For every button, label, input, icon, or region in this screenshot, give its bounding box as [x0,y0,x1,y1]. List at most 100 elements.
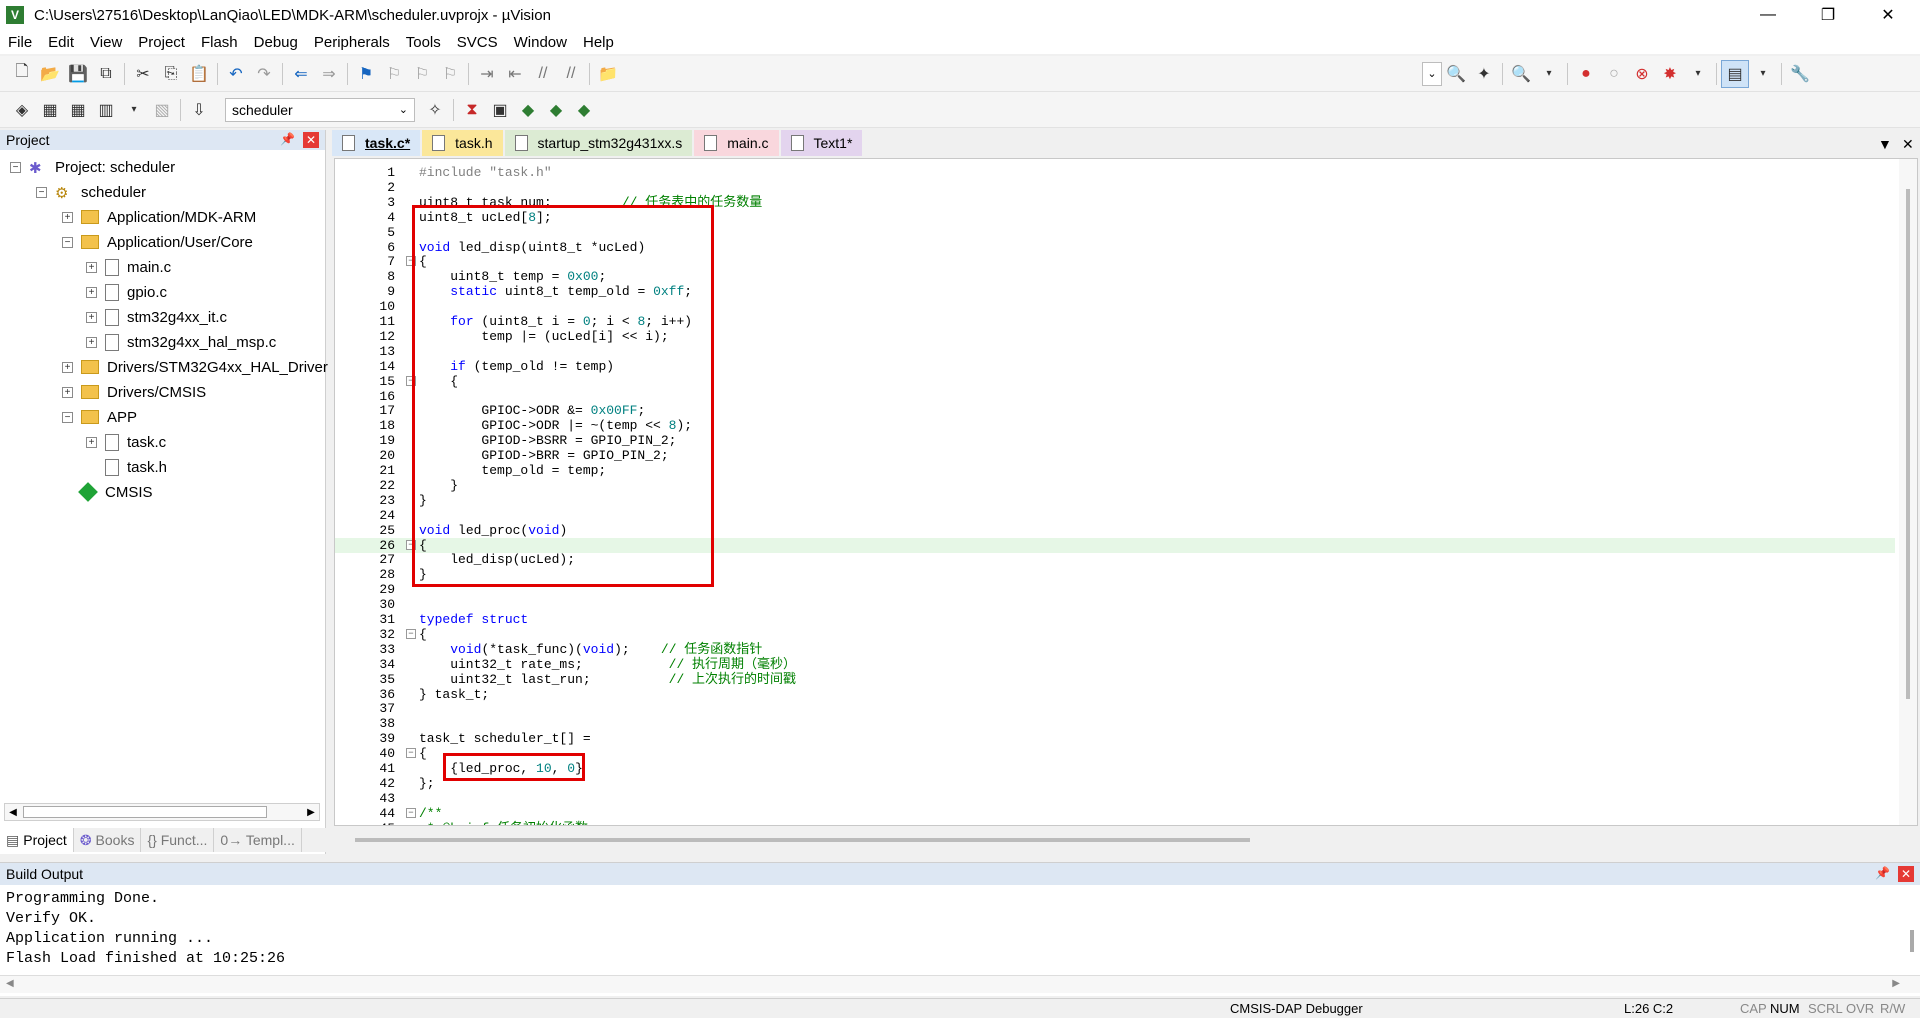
kill-breakpoints-icon[interactable]: ✸ [1656,60,1684,88]
tree-item-file[interactable]: + gpio.c [86,281,167,303]
tab-project[interactable]: ▤ Project [0,828,74,852]
tree-item-group[interactable]: − APP [62,406,137,428]
window-layout-icon[interactable]: ▤ [1721,59,1749,88]
clear-bookmarks-icon[interactable]: ⚐ [436,60,464,88]
nav-back-icon[interactable]: ⇐ [287,60,315,88]
save-all-icon[interactable]: ⧉ [92,60,120,88]
cut-icon[interactable]: ✂ [129,60,157,88]
find-in-files-icon[interactable]: 📁 [594,60,622,88]
fold-toggle-icon[interactable]: − [406,748,416,759]
menu-project[interactable]: Project [130,34,193,51]
debug-session-icon[interactable]: 🔍 [1507,60,1535,88]
close-button[interactable]: ✕ [1860,0,1916,30]
code-line[interactable]: 2 [335,180,1895,195]
pin-icon[interactable]: 📌 [1875,866,1890,880]
tab-startup[interactable]: startup_stm32g431xx.s [504,130,693,156]
new-file-icon[interactable]: 🗋 [8,60,36,88]
disable-breakpoint-icon[interactable]: ○ [1600,60,1628,88]
fold-toggle-icon[interactable]: − [406,807,416,818]
debug-dropdown-icon[interactable]: ▾ [1535,60,1563,88]
scroll-left-icon[interactable]: ◀ [5,804,21,820]
redo-icon[interactable]: ↷ [250,60,278,88]
tab-task-h[interactable]: task.h [422,130,503,156]
build-output-scrollbar[interactable]: ◀ ▶ [0,975,1920,993]
menu-svcs[interactable]: SVCS [449,34,506,51]
run-time-environment-icon[interactable]: ◆ [570,96,598,124]
tree-item-file[interactable]: + stm32g4xx_hal_msp.c [86,331,276,353]
code-line[interactable]: 45 * @brief 任务初始化函数 [335,821,1895,825]
tree-item-group[interactable]: + Drivers/STM32G4xx_HAL_Driver [62,356,328,378]
next-bookmark-icon[interactable]: ⚐ [408,60,436,88]
rebuild-icon[interactable]: ▦ [64,96,92,124]
open-file-icon[interactable]: 📂 [36,60,64,88]
code-line[interactable]: 44−/** [335,806,1895,821]
find-dropdown[interactable]: ⌄ [1422,61,1442,86]
manage-components-icon[interactable]: ⧗ [458,96,486,124]
close-icon[interactable]: ✕ [303,132,319,148]
expand-icon[interactable]: + [86,336,97,348]
code-line[interactable]: 33 void(*task_func)(void); // 任务函数指针 [335,642,1895,657]
scrollbar-thumb[interactable] [1906,189,1910,699]
scroll-left-icon[interactable]: ◀ [6,978,14,989]
tab-main-c[interactable]: main.c [694,130,779,156]
prev-bookmark-icon[interactable]: ⚐ [380,60,408,88]
menu-debug[interactable]: Debug [246,34,306,51]
find-icon[interactable]: 🔍 [1442,60,1470,88]
translate-icon[interactable]: ◈ [8,96,36,124]
layout-dropdown-icon[interactable]: ▾ [1749,60,1777,88]
code-line[interactable]: 43 [335,791,1895,806]
tab-books[interactable]: ❂ Books [74,828,142,852]
tree-item-project[interactable]: − ✱ Project: scheduler [10,156,175,178]
pack-installer-icon[interactable]: ◆ [514,96,542,124]
tree-item-file[interactable]: + main.c [86,256,171,278]
editor-vertical-scrollbar[interactable] [1899,159,1917,825]
fold-toggle-icon[interactable]: − [406,628,416,639]
code-line[interactable]: 31 typedef struct [335,612,1895,627]
build-icon[interactable]: ▦ [36,96,64,124]
expand-icon[interactable]: + [86,261,97,273]
close-tab-icon[interactable]: ✕ [1902,136,1914,153]
download-load-icon[interactable]: ⇩ [185,96,213,124]
indent-icon[interactable]: ⇥ [473,60,501,88]
copy-icon[interactable]: ⎘ [157,60,185,88]
code-line[interactable]: 37 [335,701,1895,716]
tab-list-icon[interactable]: ▼ [1878,136,1892,152]
bookmark-icon[interactable]: ⚑ [352,60,380,88]
collapse-icon[interactable]: − [62,411,73,423]
kill-dropdown-icon[interactable]: ▾ [1684,60,1712,88]
expand-icon[interactable]: + [62,361,73,373]
pin-icon[interactable]: 📌 [280,132,295,146]
tree-horizontal-scrollbar[interactable]: ◀ ▶ [4,803,320,821]
tree-item-group[interactable]: − Application/User/Core [62,231,253,253]
code-line[interactable]: 32−{ [335,627,1895,642]
expand-icon[interactable]: + [86,311,97,323]
menu-tools[interactable]: Tools [398,34,449,51]
tree-item-group[interactable]: + Drivers/CMSIS [62,381,206,403]
undo-icon[interactable]: ↶ [222,60,250,88]
menu-help[interactable]: Help [575,34,622,51]
expand-icon[interactable]: + [86,286,97,298]
batch-build-icon[interactable]: ▥ [92,96,120,124]
tab-functions[interactable]: {} Funct... [141,828,215,852]
code-line[interactable]: 30 [335,597,1895,612]
stop-build-icon[interactable]: ▧ [148,96,176,124]
unindent-icon[interactable]: ⇤ [501,60,529,88]
tree-item-group[interactable]: + Application/MDK-ARM [62,206,256,228]
menu-edit[interactable]: Edit [40,34,82,51]
tab-text1[interactable]: Text1* [780,130,863,156]
code-line[interactable]: 1 #include "task.h" [335,165,1895,180]
disable-all-breakpoints-icon[interactable]: ⊗ [1628,60,1656,88]
collapse-icon[interactable]: − [36,186,47,198]
build-output-vertical-thumb[interactable] [1910,930,1914,952]
tab-task-c[interactable]: task.c* [332,130,421,156]
maximize-button[interactable]: ❐ [1800,0,1856,30]
tree-item-file[interactable]: + task.c [86,431,166,453]
uncomment-icon[interactable]: // [557,60,585,88]
paste-icon[interactable]: 📋 [185,60,213,88]
target-select[interactable]: scheduler ⌄ [225,97,415,122]
code-line[interactable]: 35 uint32_t last_run; // 上次执行的时间戳 [335,672,1895,687]
comment-icon[interactable]: // [529,60,557,88]
scroll-right-icon[interactable]: ▶ [303,804,319,820]
select-software-packs-icon[interactable]: ◆ [542,96,570,124]
editor-horizontal-scrollbar[interactable] [355,838,1250,842]
